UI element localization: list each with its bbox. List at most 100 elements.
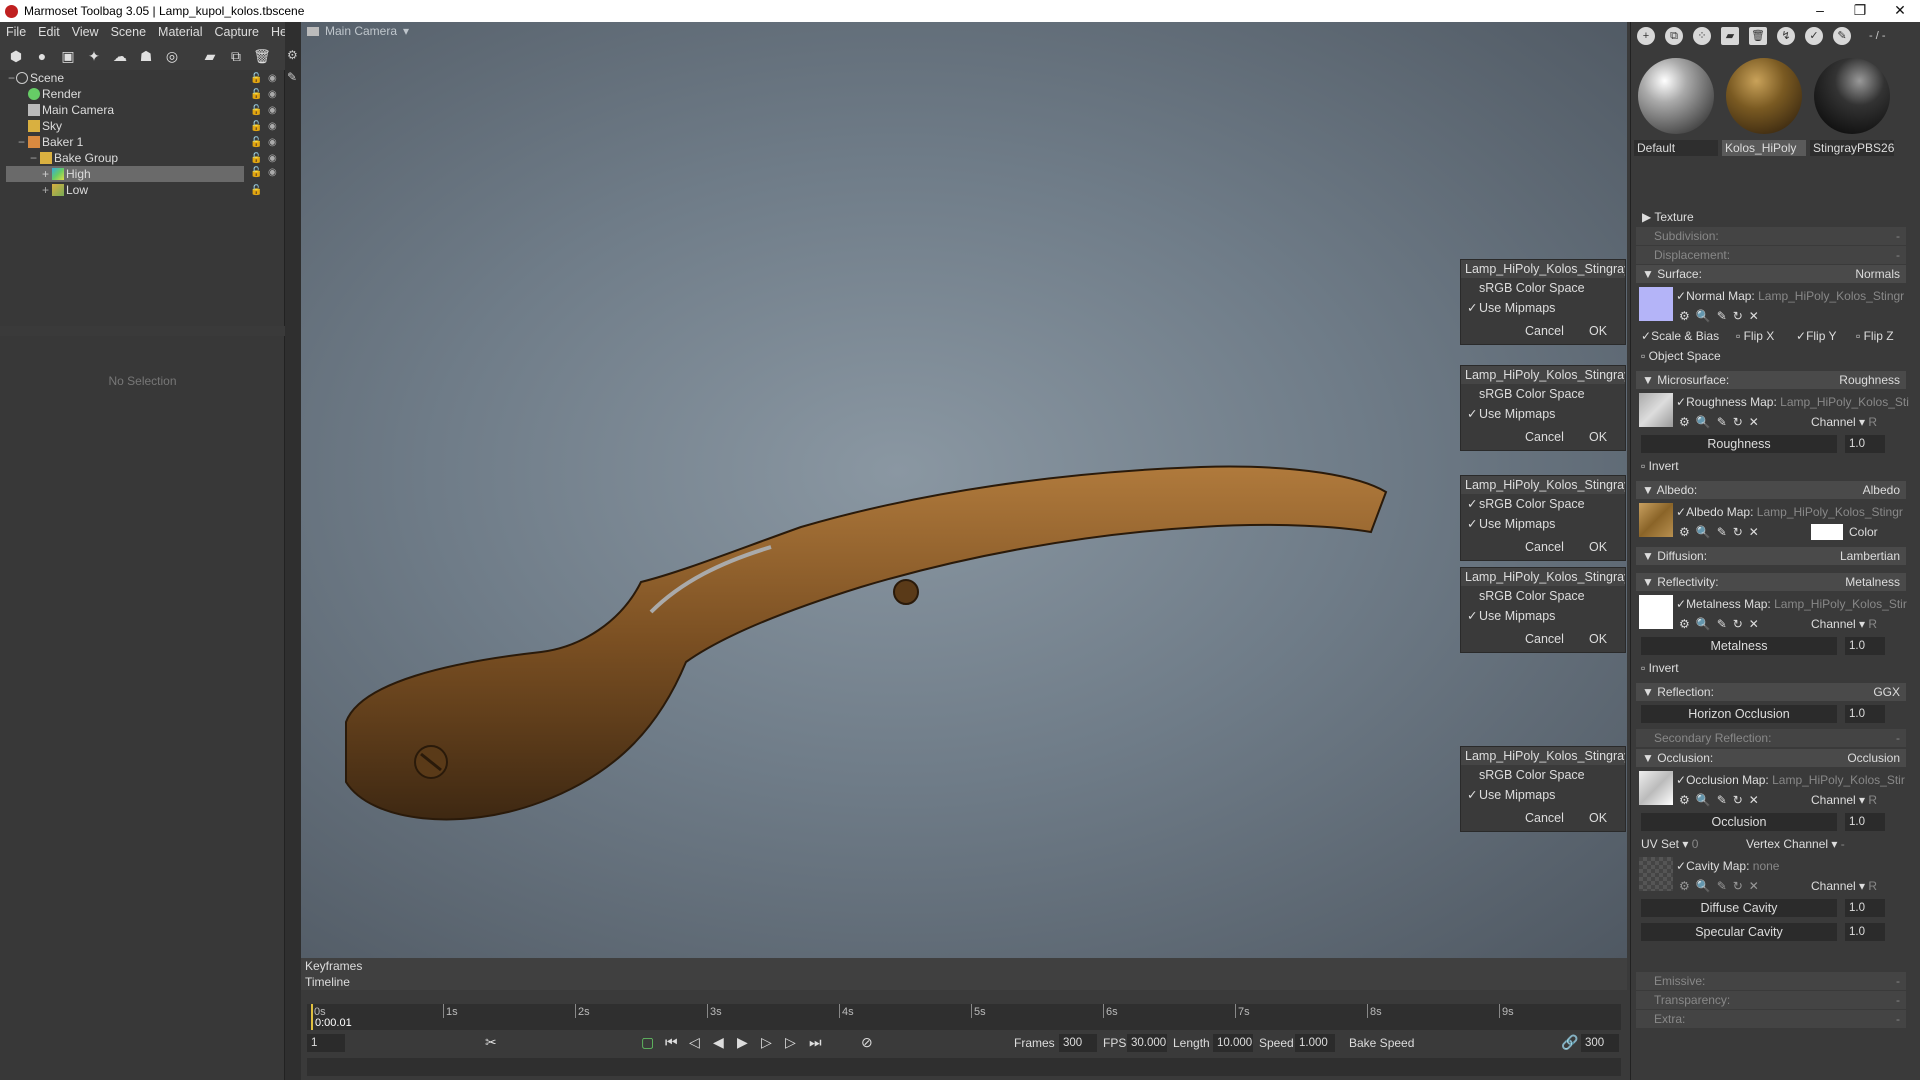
- map-tools-icons[interactable]: ⚙🔍✎↻✕: [1679, 307, 1779, 325]
- cavity-channel-select[interactable]: Channel ▾ R: [1811, 877, 1901, 895]
- duplicate-material-icon[interactable]: ⧉: [1665, 27, 1683, 45]
- metalness-slider[interactable]: Metalness: [1641, 637, 1837, 655]
- horizon-occlusion-slider[interactable]: Horizon Occlusion: [1641, 705, 1837, 723]
- lock-icon[interactable]: 🔓: [250, 167, 262, 178]
- material-grid-icon[interactable]: ⁘: [1693, 27, 1711, 45]
- add-material-icon[interactable]: +: [1637, 27, 1655, 45]
- gear-icon[interactable]: ⚙: [287, 48, 298, 62]
- mipmaps-checkbox[interactable]: ✓ Use Mipmaps: [1461, 514, 1625, 534]
- end-frame-field[interactable]: 300: [1581, 1034, 1619, 1052]
- metalness-map-thumbnail[interactable]: [1639, 595, 1673, 629]
- displacement-section[interactable]: Displacement: -: [1636, 246, 1906, 264]
- vertex-channel-select[interactable]: Vertex Channel ▾ -: [1746, 835, 1896, 853]
- eye-icon[interactable]: ◉: [268, 119, 277, 135]
- flip-z-checkbox[interactable]: ▫ Flip Z: [1856, 327, 1916, 345]
- ok-button[interactable]: OK: [1589, 537, 1607, 557]
- tree-item-baker[interactable]: − Baker 1 🔓 ◉: [0, 134, 285, 150]
- srgb-checkbox[interactable]: sRGB Color Space: [1461, 765, 1625, 785]
- reflection-section[interactable]: ▼ Reflection: GGX: [1636, 683, 1906, 701]
- ok-button[interactable]: OK: [1589, 629, 1607, 649]
- map-tools-icons[interactable]: ⚙🔍✎↻✕: [1679, 877, 1779, 895]
- fps-field[interactable]: 30.000: [1127, 1034, 1167, 1052]
- microsurface-section[interactable]: ▼ Microsurface: Roughness: [1636, 371, 1906, 389]
- delete-icon[interactable]: 🗑: [252, 46, 272, 66]
- viewport[interactable]: Main Camera ▾: [301, 22, 1627, 958]
- lock-icon[interactable]: 🔓: [250, 135, 262, 151]
- specular-cavity-slider[interactable]: Specular Cavity: [1641, 923, 1837, 941]
- map-tools-icons[interactable]: ⚙🔍✎↻✕: [1679, 413, 1779, 431]
- play-next-icon[interactable]: ▷: [761, 1034, 772, 1051]
- lock-icon[interactable]: 🔓: [250, 87, 262, 103]
- srgb-checkbox[interactable]: sRGB Color Space: [1461, 384, 1625, 404]
- ok-button[interactable]: OK: [1589, 427, 1607, 447]
- current-frame-field[interactable]: 1: [307, 1034, 345, 1052]
- play-icon[interactable]: ▶: [737, 1034, 748, 1051]
- srgb-checkbox[interactable]: ✓ sRGB Color Space: [1461, 494, 1625, 514]
- albedo-section[interactable]: ▼ Albedo: Albedo: [1636, 481, 1906, 499]
- play-reverse-icon[interactable]: ◀: [713, 1034, 724, 1051]
- normal-map-thumbnail[interactable]: [1639, 287, 1673, 321]
- reflectivity-section[interactable]: ▼ Reflectivity: Metalness: [1636, 573, 1906, 591]
- lock-icon[interactable]: 🔓: [250, 103, 262, 119]
- add-shadow-catcher-icon[interactable]: ✦: [84, 46, 104, 66]
- roughness-invert-checkbox[interactable]: ▫ Invert: [1641, 457, 1721, 475]
- surface-section[interactable]: ▼ Surface: Normals: [1636, 265, 1906, 283]
- map-tools-icons[interactable]: ⚙🔍✎↻✕: [1679, 791, 1779, 809]
- tree-item-bake-group[interactable]: − Bake Group 🔓 ◉: [0, 150, 285, 166]
- roughness-slider[interactable]: Roughness: [1641, 435, 1837, 453]
- secondary-reflection-section[interactable]: Secondary Reflection: -: [1636, 729, 1906, 747]
- loop-icon[interactable]: ⊘: [861, 1034, 873, 1051]
- albedo-color-swatch[interactable]: [1811, 524, 1843, 540]
- menu-scene[interactable]: Scene: [105, 25, 152, 39]
- metalness-value[interactable]: 1.0: [1845, 637, 1885, 655]
- cancel-button[interactable]: Cancel: [1525, 427, 1564, 447]
- horizon-occlusion-value[interactable]: 1.0: [1845, 705, 1885, 723]
- reflectivity-dropdown[interactable]: Metalness: [1845, 573, 1900, 591]
- albedo-map-row[interactable]: ✓Albedo Map: Lamp_HiPoly_Kolos_Stingr: [1676, 503, 1916, 521]
- diffuse-cavity-value[interactable]: 1.0: [1845, 899, 1885, 917]
- skip-end-icon[interactable]: ⏭: [809, 1034, 822, 1051]
- record-icon[interactable]: ▢: [641, 1034, 654, 1051]
- keyframes-header[interactable]: Keyframes: [301, 958, 1627, 974]
- mipmaps-checkbox[interactable]: ✓ Use Mipmaps: [1461, 298, 1625, 318]
- tree-item-high[interactable]: + High: [6, 166, 244, 182]
- step-back-icon[interactable]: ◁: [689, 1034, 700, 1051]
- lock-icon[interactable]: 🔓: [250, 71, 262, 87]
- diffusion-dropdown[interactable]: Lambertian: [1840, 547, 1900, 565]
- timeline-ruler[interactable]: 0s 1s 2s 3s 4s 5s 6s 7s 8s 9s 0:00.01: [307, 1004, 1621, 1030]
- delete-icon[interactable]: 🗑: [1749, 27, 1767, 45]
- menu-file[interactable]: File: [0, 25, 32, 39]
- roughness-map-row[interactable]: ✓Roughness Map: Lamp_HiPoly_Kolos_Sti: [1676, 393, 1916, 411]
- eye-icon[interactable]: ◉: [268, 167, 277, 178]
- step-forward-icon[interactable]: ▷: [785, 1034, 796, 1051]
- mipmaps-checkbox[interactable]: ✓ Use Mipmaps: [1461, 785, 1625, 805]
- occlusion-dropdown[interactable]: Occlusion: [1847, 749, 1900, 767]
- map-tools-icons[interactable]: ⚙🔍✎↻✕: [1679, 523, 1779, 541]
- folder-icon[interactable]: ▰: [1721, 27, 1739, 45]
- timeline-header[interactable]: Timeline: [301, 974, 1627, 990]
- surface-dropdown[interactable]: Normals: [1855, 265, 1900, 283]
- mipmaps-checkbox[interactable]: ✓ Use Mipmaps: [1461, 404, 1625, 424]
- subdivision-section[interactable]: Subdivision: -: [1636, 227, 1906, 245]
- diffuse-cavity-slider[interactable]: Diffuse Cavity: [1641, 899, 1837, 917]
- albedo-map-thumbnail[interactable]: [1639, 503, 1673, 537]
- srgb-checkbox[interactable]: sRGB Color Space: [1461, 278, 1625, 298]
- link-icon[interactable]: 🔗: [1561, 1034, 1578, 1051]
- close-button[interactable]: ✕: [1880, 0, 1920, 22]
- flip-y-checkbox[interactable]: ✓Flip Y: [1796, 327, 1856, 345]
- length-field[interactable]: 10.000: [1213, 1034, 1253, 1052]
- eye-icon[interactable]: ◉: [268, 151, 277, 167]
- maximize-button[interactable]: ❐: [1840, 0, 1880, 22]
- flip-x-checkbox[interactable]: ▫ Flip X: [1736, 327, 1796, 345]
- lock-icon[interactable]: 🔓: [250, 119, 262, 135]
- speed-field[interactable]: 1.000: [1295, 1034, 1335, 1052]
- add-turntable-icon[interactable]: ◎: [162, 46, 182, 66]
- tree-item-render[interactable]: Render 🔓 ◉: [0, 86, 285, 102]
- occlusion-channel-select[interactable]: Channel ▾ R: [1811, 791, 1901, 809]
- metalness-invert-checkbox[interactable]: ▫ Invert: [1641, 659, 1721, 677]
- apply-material-icon[interactable]: ✓: [1805, 27, 1823, 45]
- ok-button[interactable]: OK: [1589, 321, 1607, 341]
- pick-material-icon[interactable]: ↯: [1777, 27, 1795, 45]
- roughness-channel-select[interactable]: Channel ▾ R: [1811, 413, 1901, 431]
- eye-icon[interactable]: ◉: [268, 87, 277, 103]
